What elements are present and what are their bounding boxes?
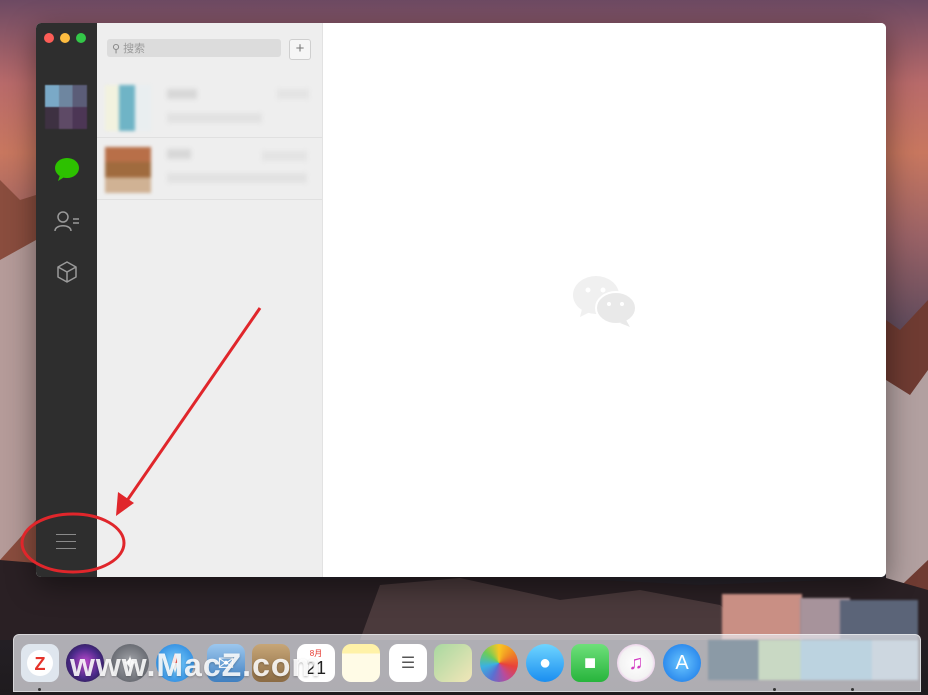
chat-area (323, 23, 886, 577)
minimize-button[interactable] (60, 33, 70, 43)
maps-icon[interactable] (434, 644, 472, 682)
blurred-message (167, 173, 307, 183)
svg-text:Z: Z (35, 654, 46, 674)
cube-icon[interactable] (53, 258, 81, 286)
blurred-time (277, 89, 309, 99)
menu-icon[interactable] (56, 534, 76, 550)
reminders-icon[interactable]: ☰ (389, 644, 427, 682)
wechat-window: ⚲ 搜索 + (36, 23, 886, 577)
search-icon: ⚲ (112, 42, 121, 55)
messages-icon[interactable]: ● (526, 644, 564, 682)
blurred-message (167, 113, 262, 123)
contacts-icon[interactable] (53, 207, 81, 235)
blurred-region (708, 640, 918, 680)
sidebar (36, 23, 97, 577)
window-controls (44, 33, 86, 43)
appstore-icon[interactable]: A (663, 644, 701, 682)
blurred-name (167, 149, 191, 159)
avatar (105, 85, 151, 131)
search-placeholder: 搜索 (123, 43, 146, 55)
blurred-time (262, 151, 307, 161)
avatar[interactable] (45, 85, 87, 129)
running-indicator (773, 688, 776, 691)
running-indicator (851, 688, 854, 691)
watermark: www.MacZ.com (70, 647, 321, 683)
wechat-logo-icon (572, 273, 638, 334)
chat-bubble-icon[interactable] (53, 155, 81, 183)
list-item[interactable] (97, 137, 322, 200)
list-item[interactable] (97, 75, 322, 138)
add-button[interactable]: + (289, 39, 311, 60)
photos-icon[interactable] (480, 644, 518, 682)
blurred-name (167, 89, 197, 99)
zoom-button[interactable] (76, 33, 86, 43)
search-input[interactable]: ⚲ 搜索 (107, 39, 281, 57)
facetime-icon[interactable]: ■ (571, 644, 609, 682)
itunes-icon[interactable]: ♫ (617, 644, 655, 682)
running-indicator (38, 688, 41, 691)
zapp-icon[interactable]: Z (21, 644, 59, 682)
avatar (105, 147, 151, 193)
notes-icon[interactable] (342, 644, 380, 682)
close-button[interactable] (44, 33, 54, 43)
conversation-list: ⚲ 搜索 + (97, 23, 323, 577)
